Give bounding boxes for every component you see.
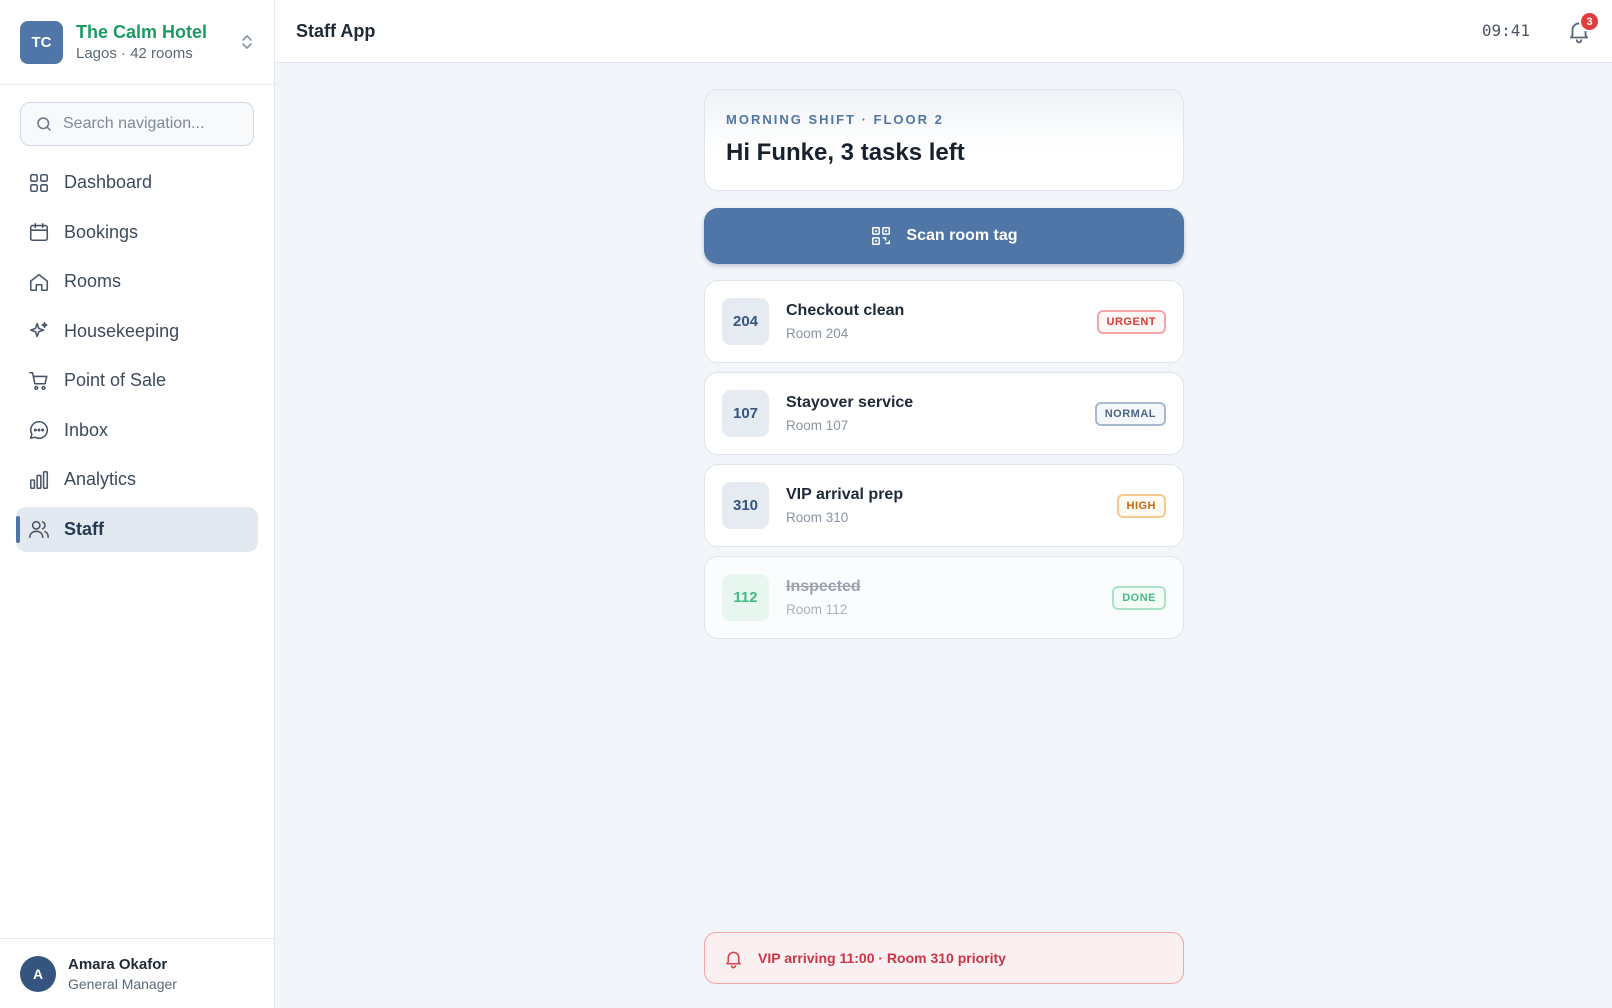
avatar: A: [20, 955, 56, 992]
hotel-subtitle: Lagos · 42 rooms: [76, 44, 193, 62]
search-input[interactable]: [63, 115, 233, 133]
task-card[interactable]: 112 Inspected Room 112 DONE: [704, 556, 1184, 639]
main-content: MORNING SHIFT · FLOOR 2 Hi Funke, 3 task…: [275, 63, 1612, 1008]
user-profile[interactable]: A Amara Okafor General Manager: [0, 938, 275, 1008]
notification-badge: 3: [1579, 11, 1600, 32]
sidebar-item-label: Dashboard: [64, 172, 153, 192]
sidebar-item-bookings[interactable]: Bookings: [16, 210, 258, 255]
user-role: General Manager: [68, 975, 177, 992]
priority-badge: DONE: [1112, 585, 1166, 610]
alert-text: VIP arriving 11:00 · Room 310 priority: [758, 950, 1006, 966]
room-number-chip: 112: [722, 574, 769, 621]
sparkles-icon: [29, 321, 48, 338]
bar-chart-icon: [29, 470, 49, 489]
sidebar-nav: Dashboard Bookings Rooms Housekeeping Po…: [16, 160, 258, 556]
task-room: Room 204: [786, 326, 849, 341]
sidebar-item-analytics[interactable]: Analytics: [16, 457, 258, 502]
sidebar-item-rooms[interactable]: Rooms: [16, 259, 258, 304]
task-title: Checkout clean: [786, 302, 905, 319]
task-title: Inspected: [786, 578, 861, 595]
task-card[interactable]: 204 Checkout clean Room 204 URGENT: [704, 280, 1184, 363]
priority-badge: HIGH: [1116, 493, 1166, 518]
shift-greeting: Hi Funke, 3 tasks left: [726, 139, 965, 166]
page-title: Staff App: [296, 21, 376, 41]
sidebar-item-dashboard[interactable]: Dashboard: [16, 160, 258, 205]
sidebar: TC The Calm Hotel Lagos · 42 rooms Dashb…: [0, 0, 275, 1008]
bell-icon: [726, 951, 741, 968]
search-box: [20, 102, 254, 146]
room-number-chip: 204: [722, 298, 769, 345]
scan-room-tag-button[interactable]: Scan room tag: [704, 208, 1184, 264]
search-icon: [37, 117, 51, 131]
hotel-logo: TC: [20, 20, 63, 64]
sidebar-item-label: Point of Sale: [64, 370, 167, 390]
room-number-chip: 107: [722, 390, 769, 437]
sidebar-item-label: Bookings: [64, 221, 139, 242]
cart-icon: [29, 371, 48, 390]
sidebar-item-housekeeping[interactable]: Housekeeping: [16, 309, 258, 354]
user-name: Amara Okafor: [68, 955, 168, 973]
grid-icon: [29, 173, 49, 192]
chat-icon: [29, 420, 49, 440]
hotel-name: The Calm Hotel: [76, 21, 208, 42]
priority-badge: NORMAL: [1094, 401, 1166, 426]
sidebar-item-staff[interactable]: Staff: [16, 506, 258, 552]
top-bar: Staff App 09:41 3: [275, 0, 1612, 63]
task-room: Room 107: [786, 418, 849, 433]
shift-card: MORNING SHIFT · FLOOR 2 Hi Funke, 3 task…: [704, 89, 1184, 191]
sidebar-item-label: Analytics: [64, 469, 137, 489]
sidebar-item-label: Rooms: [64, 271, 122, 291]
room-number-chip: 310: [722, 482, 769, 529]
sidebar-item-label: Inbox: [64, 419, 109, 440]
sidebar-item-label: Staff: [64, 518, 104, 539]
sidebar-item-point-of-sale[interactable]: Point of Sale: [16, 358, 258, 403]
users-icon: [29, 520, 49, 539]
qr-code-icon: [872, 227, 891, 245]
task-title: Stayover service: [786, 394, 914, 411]
priority-badge: URGENT: [1096, 309, 1166, 334]
scan-button-label: Scan room tag: [906, 227, 1018, 244]
task-card[interactable]: 107 Stayover service Room 107 NORMAL: [704, 372, 1184, 455]
task-room: Room 310: [786, 510, 849, 525]
sidebar-item-label: Housekeeping: [64, 320, 180, 341]
shift-label: MORNING SHIFT · FLOOR 2: [726, 112, 944, 127]
home-icon: [29, 273, 49, 291]
clock: 09:41: [1481, 21, 1530, 40]
task-room: Room 112: [786, 602, 848, 617]
active-indicator: [16, 515, 20, 543]
hotel-switcher[interactable]: TC The Calm Hotel Lagos · 42 rooms: [0, 0, 274, 85]
sidebar-item-inbox[interactable]: Inbox: [16, 408, 258, 453]
calendar-icon: [29, 222, 49, 242]
task-card[interactable]: 310 VIP arrival prep Room 310 HIGH: [704, 464, 1184, 547]
vip-alert-banner: VIP arriving 11:00 · Room 310 priority: [704, 932, 1184, 984]
task-title: VIP arrival prep: [786, 486, 904, 503]
chevron-up-down-icon[interactable]: [240, 32, 254, 52]
